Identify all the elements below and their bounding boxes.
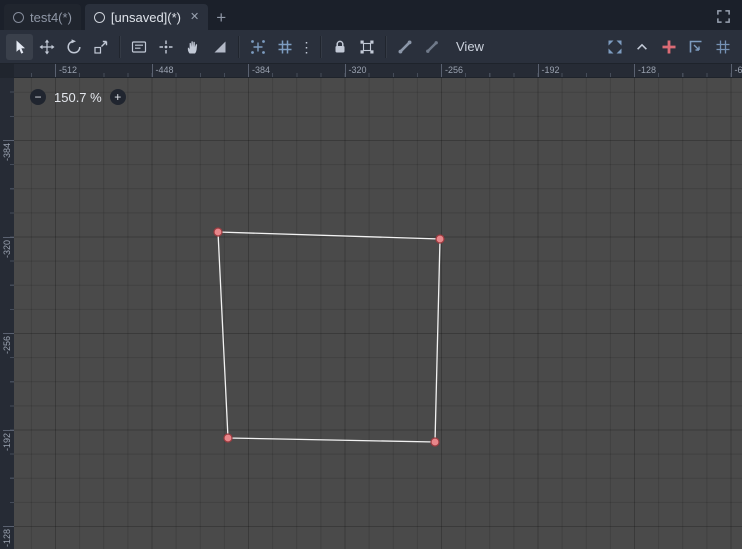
canvas-viewport[interactable]: − 150.7 % +: [14, 78, 742, 549]
frame-selection-button[interactable]: [601, 34, 628, 60]
polygon-layer: [213, 227, 445, 447]
polygon-vertex[interactable]: [430, 437, 440, 447]
new-scene-button[interactable]: +: [208, 4, 234, 30]
select-tool-button[interactable]: [6, 33, 33, 60]
ruler-row: -512 -448 -384 -320 -256 -192 -128 -64: [0, 64, 742, 78]
animation-grid-button[interactable]: [709, 34, 736, 60]
move-tool-button[interactable]: [33, 34, 60, 60]
pan-hand-icon: [187, 40, 197, 53]
scene-tab-test4[interactable]: test4(*): [4, 4, 81, 30]
v-ruler[interactable]: -384 -320 -256 -192 -128: [0, 78, 14, 549]
key-options-button[interactable]: [682, 34, 709, 60]
h-ruler-label: -64: [730, 64, 742, 77]
pivot-icon: [159, 40, 172, 53]
group-icon: [360, 40, 373, 53]
move-icon: [39, 39, 54, 54]
animation-grid-icon: [716, 40, 729, 53]
rotate-tool-button[interactable]: [60, 34, 87, 60]
skeleton-menu-button[interactable]: [418, 34, 445, 60]
smart-snap-icon: [250, 39, 265, 54]
polygon-vertex[interactable]: [435, 234, 445, 244]
scale-icon: [93, 40, 107, 54]
smart-snap-button[interactable]: [244, 34, 271, 60]
close-tab-icon[interactable]: ✕: [190, 11, 199, 23]
h-ruler-label: -384: [248, 64, 270, 77]
ruler-corner: [0, 64, 14, 78]
grid-snap-button[interactable]: [271, 34, 298, 60]
pivot-tool-button[interactable]: [152, 34, 179, 60]
scene-tab-bar: test4(*) [unsaved](*) ✕ +: [0, 0, 742, 30]
canvas-toolbar: ⋮ View: [0, 30, 742, 64]
toolbar-separator: [385, 35, 386, 58]
toolbar-separator: [119, 35, 120, 58]
scene-tab-label: test4(*): [30, 9, 72, 25]
v-ruler-label: -256: [0, 333, 14, 354]
key-options-icon: [689, 40, 701, 52]
bone-icon: [425, 40, 438, 53]
h-ruler-label: -192: [537, 64, 560, 77]
toolbar-separator: [320, 35, 321, 58]
snap-options-button[interactable]: ⋮: [298, 34, 315, 60]
zoom-level[interactable]: 150.7 %: [54, 90, 102, 105]
h-ruler-label: -448: [151, 64, 174, 77]
zoom-in-button[interactable]: +: [109, 89, 126, 105]
ruler-icon: [214, 41, 225, 52]
polygon-shape: [217, 231, 441, 443]
frame-selection-icon: [608, 40, 621, 53]
view-menu-button[interactable]: View: [445, 34, 495, 60]
scene-tab-unsaved[interactable]: [unsaved](*) ✕: [84, 4, 209, 30]
zoom-out-button[interactable]: −: [30, 89, 46, 105]
grid-snap-icon: [278, 40, 291, 53]
lock-button[interactable]: [326, 34, 353, 60]
scale-tool-button[interactable]: [87, 34, 114, 60]
bone-icon: [398, 40, 411, 53]
distraction-free-icon[interactable]: [714, 7, 732, 25]
scene-tab-label: [unsaved](*): [110, 9, 181, 25]
v-ruler-label: -384: [0, 140, 14, 161]
polygon-vertex[interactable]: [213, 227, 223, 237]
ruler-tool-button[interactable]: [206, 34, 233, 60]
insert-key-button[interactable]: [655, 34, 682, 60]
group-button[interactable]: [353, 34, 380, 60]
v-ruler-label: -320: [0, 236, 14, 258]
vertical-dots-icon: ⋮: [299, 38, 314, 55]
h-ruler[interactable]: -512 -448 -384 -320 -256 -192 -128 -64: [14, 64, 742, 78]
list-select-icon: [131, 40, 146, 53]
chevron-up-icon: [636, 43, 647, 50]
h-ruler-label: -128: [634, 64, 656, 77]
v-ruler-label: -128: [0, 526, 14, 547]
godot-canvas-editor: test4(*) [unsaved](*) ✕ + ⋮ View -512 -4…: [0, 0, 742, 549]
h-ruler-label: -256: [441, 64, 463, 77]
rotate-icon: [66, 38, 81, 54]
skeleton-options-button[interactable]: [391, 34, 418, 60]
toolbar-right-cluster: [601, 34, 736, 60]
scene-icon: [13, 11, 24, 23]
toolbar-separator: [238, 35, 239, 58]
select-arrow-icon: [16, 40, 25, 54]
lock-icon: [335, 40, 344, 52]
pan-tool-button[interactable]: [179, 34, 206, 60]
v-ruler-label: -192: [0, 429, 14, 451]
scene-icon: [93, 11, 105, 23]
h-ruler-label: -512: [55, 64, 77, 77]
list-select-tool-button[interactable]: [125, 34, 152, 60]
collapse-button[interactable]: [628, 34, 655, 60]
content-row: -384 -320 -256 -192 -128 − 150.7 % +: [0, 78, 742, 549]
polygon-vertex[interactable]: [223, 433, 233, 443]
zoom-widget: − 150.7 % +: [30, 89, 126, 105]
h-ruler-label: -320: [344, 64, 367, 77]
insert-key-icon: [662, 40, 675, 53]
